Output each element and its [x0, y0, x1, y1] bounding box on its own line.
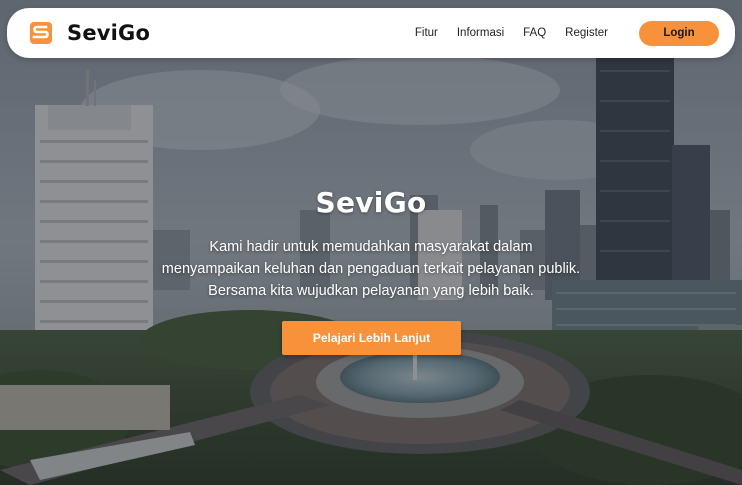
hero-description: Kami hadir untuk memudahkan masyarakat d… — [161, 239, 581, 299]
nav-link-fitur[interactable]: Fitur — [415, 27, 438, 39]
learn-more-button[interactable]: Pelajari Lebih Lanjut — [282, 321, 461, 355]
login-button[interactable]: Login — [639, 20, 719, 46]
top-navbar: SeviGo Fitur Informasi FAQ Register Logi… — [7, 8, 735, 58]
nav-link-informasi[interactable]: Informasi — [457, 27, 504, 39]
nav-link-register[interactable]: Register — [565, 27, 608, 39]
nav-link-faq[interactable]: FAQ — [523, 27, 546, 39]
landing-page: SeviGo Fitur Informasi FAQ Register Logi… — [0, 0, 742, 485]
hero-title: SeviGo — [315, 186, 427, 219]
brand[interactable]: SeviGo — [29, 21, 150, 45]
brand-name: SeviGo — [67, 21, 151, 45]
sevigo-logo-icon — [30, 22, 52, 44]
nav-links: Fitur Informasi FAQ Register Login — [415, 20, 719, 46]
